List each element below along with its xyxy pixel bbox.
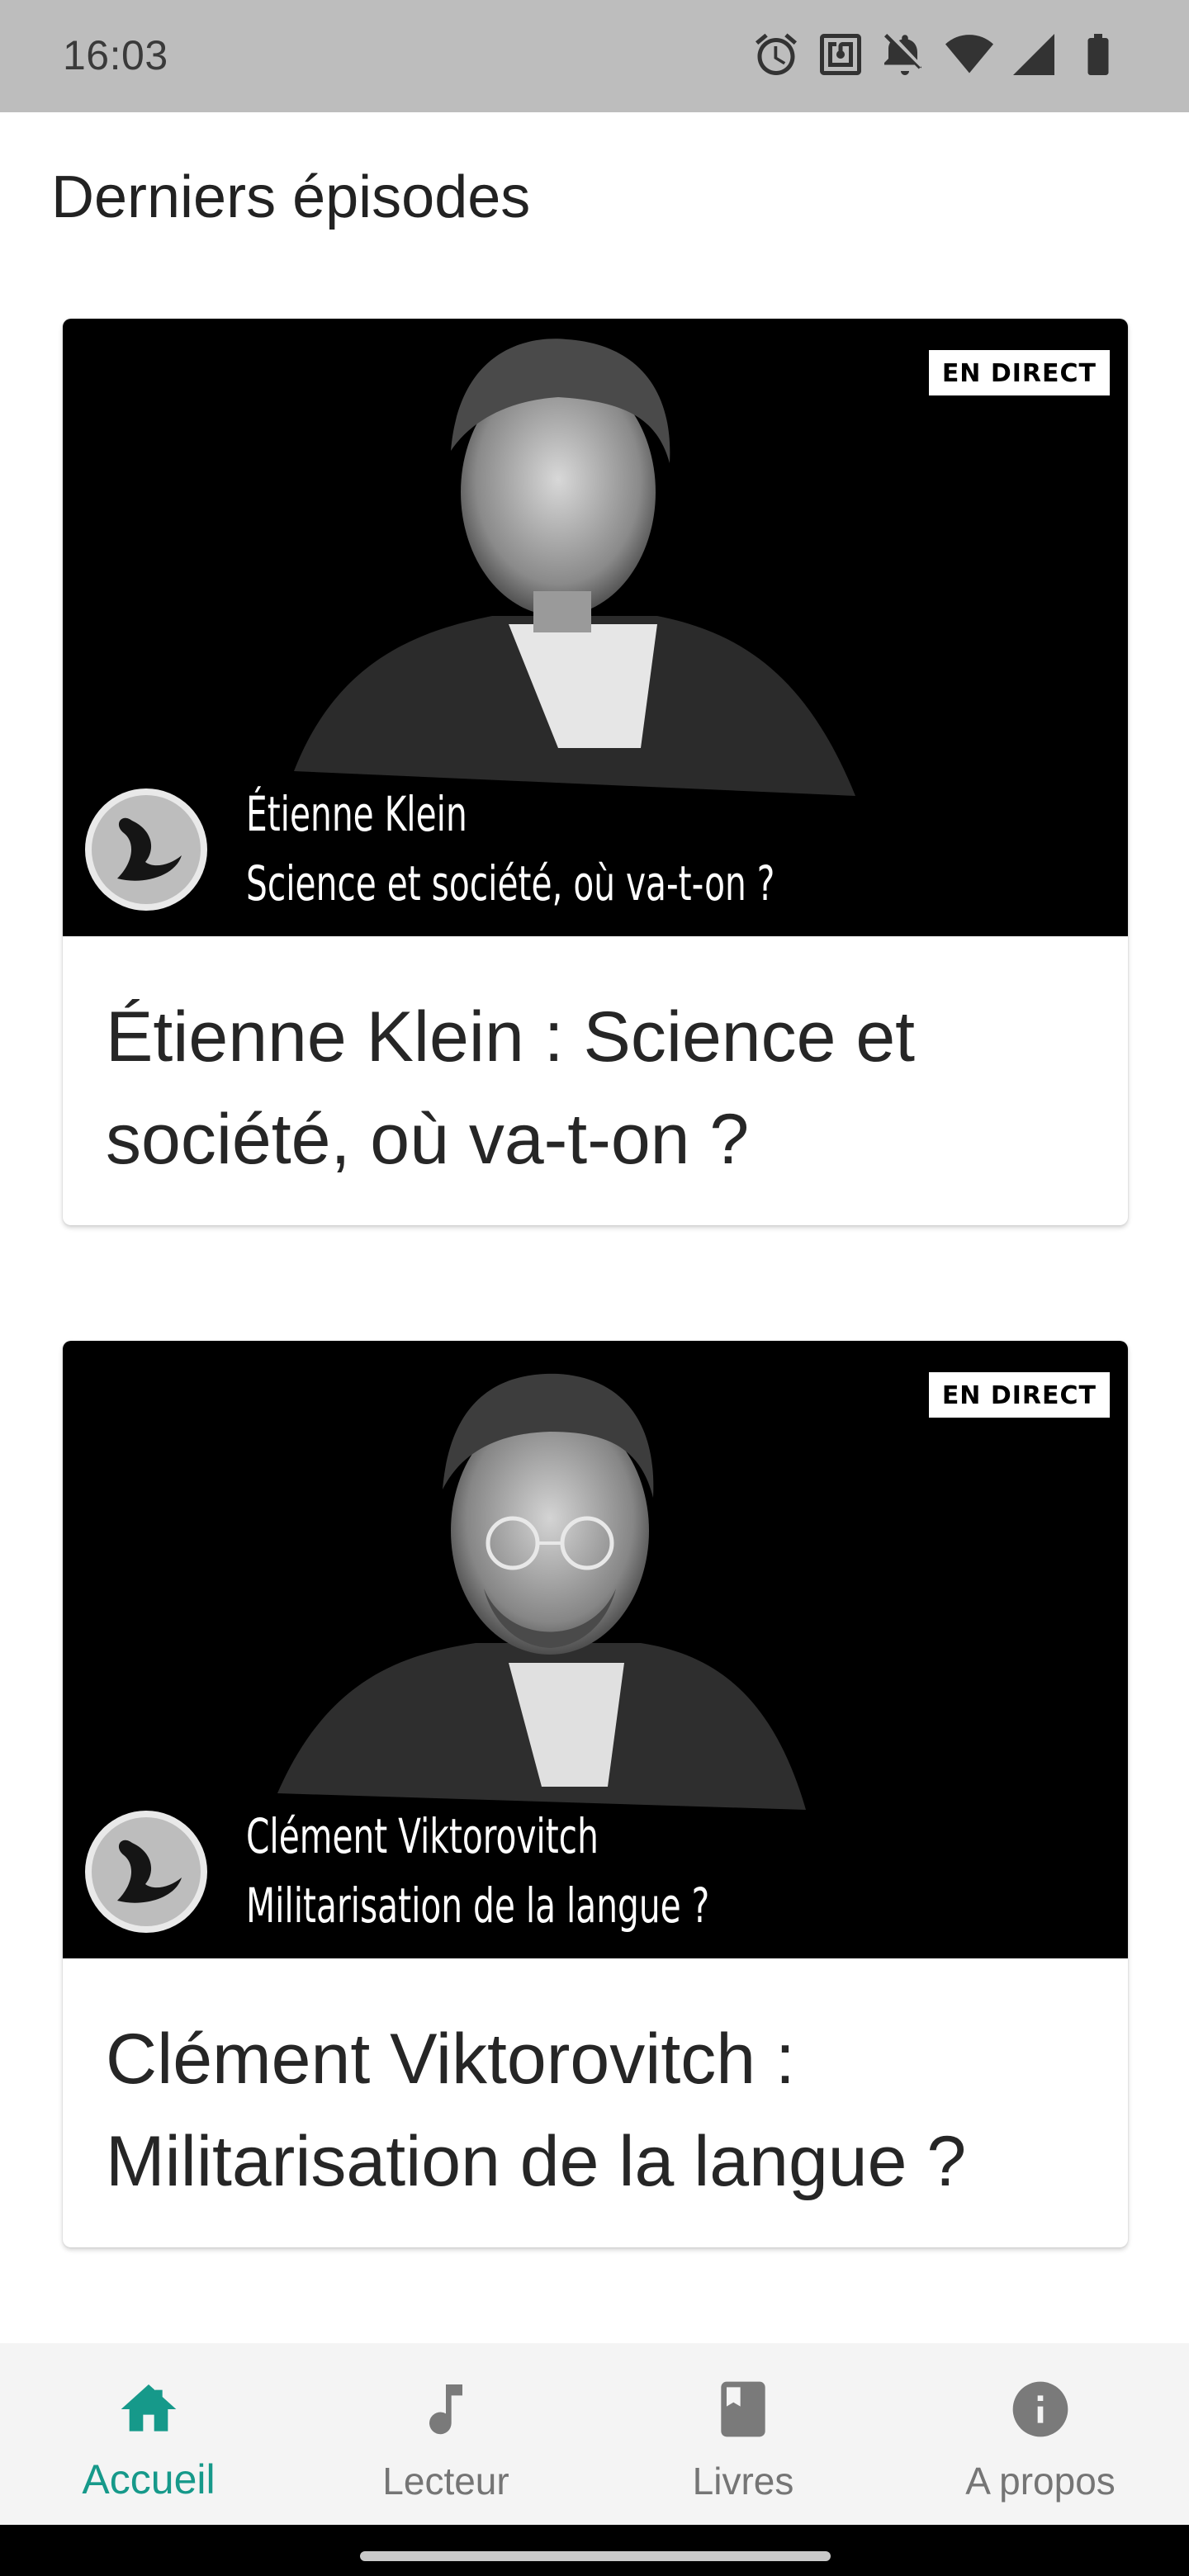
nav-label: Livres xyxy=(692,2460,794,2503)
status-bar: 16:03 xyxy=(0,0,1189,112)
portrait-image xyxy=(294,339,855,796)
thumb-speaker-name: Clément Viktorovitch xyxy=(246,1808,599,1864)
nav-item-a-propos[interactable]: A propos xyxy=(892,2343,1189,2525)
episode-card[interactable]: EN DIRECT Étienne Klein Science et socié… xyxy=(63,319,1128,1225)
nav-item-lecteur[interactable]: Lecteur xyxy=(297,2343,594,2525)
gesture-handle[interactable] xyxy=(360,2551,831,2561)
music-note-icon xyxy=(429,2384,462,2435)
live-badge: EN DIRECT xyxy=(928,1372,1110,1418)
home-icon xyxy=(121,2384,177,2432)
gesture-area xyxy=(0,2525,1189,2576)
thumb-episode-subtitle: Science et société, où va-t-on ? xyxy=(246,855,775,912)
thumb-episode-subtitle: Militarisation de la langue ? xyxy=(246,1878,710,1934)
swan-logo xyxy=(85,1811,207,1933)
episode-title: Étienne Klein : Science et société, où v… xyxy=(106,997,916,1179)
alarm-icon xyxy=(756,33,797,75)
nfc-icon xyxy=(820,34,861,75)
bottom-navigation: Accueil Lecteur Livres A propos xyxy=(0,2343,1189,2525)
wifi-icon xyxy=(945,35,993,73)
nav-label: Lecteur xyxy=(382,2460,509,2503)
nav-label: A propos xyxy=(965,2460,1116,2503)
bell-off-icon xyxy=(884,34,921,75)
episode-card[interactable]: EN DIRECT Clément Viktorovitch Militaris… xyxy=(63,1341,1128,2247)
episode-title: Clément Viktorovitch : Militarisation de… xyxy=(106,2020,967,2201)
battery-icon xyxy=(1087,34,1109,75)
book-icon xyxy=(721,2381,765,2437)
info-icon xyxy=(1012,2381,1068,2437)
swan-logo xyxy=(85,788,207,911)
status-time: 16:03 xyxy=(63,32,168,78)
episode-thumbnail[interactable]: EN DIRECT Étienne Klein Science et socié… xyxy=(63,319,1128,936)
nav-item-accueil[interactable]: Accueil xyxy=(0,2343,297,2525)
live-badge: EN DIRECT xyxy=(928,350,1110,395)
thumb-speaker-name: Étienne Klein xyxy=(246,786,467,842)
portrait-image xyxy=(277,1373,806,1810)
nav-item-livres[interactable]: Livres xyxy=(594,2343,892,2525)
signal-icon xyxy=(1013,34,1054,75)
episode-thumbnail[interactable]: EN DIRECT Clément Viktorovitch Militaris… xyxy=(63,1341,1128,1958)
status-icons xyxy=(751,30,1123,79)
section-title: Derniers épisodes xyxy=(51,164,531,230)
nav-label: Accueil xyxy=(82,2456,216,2503)
